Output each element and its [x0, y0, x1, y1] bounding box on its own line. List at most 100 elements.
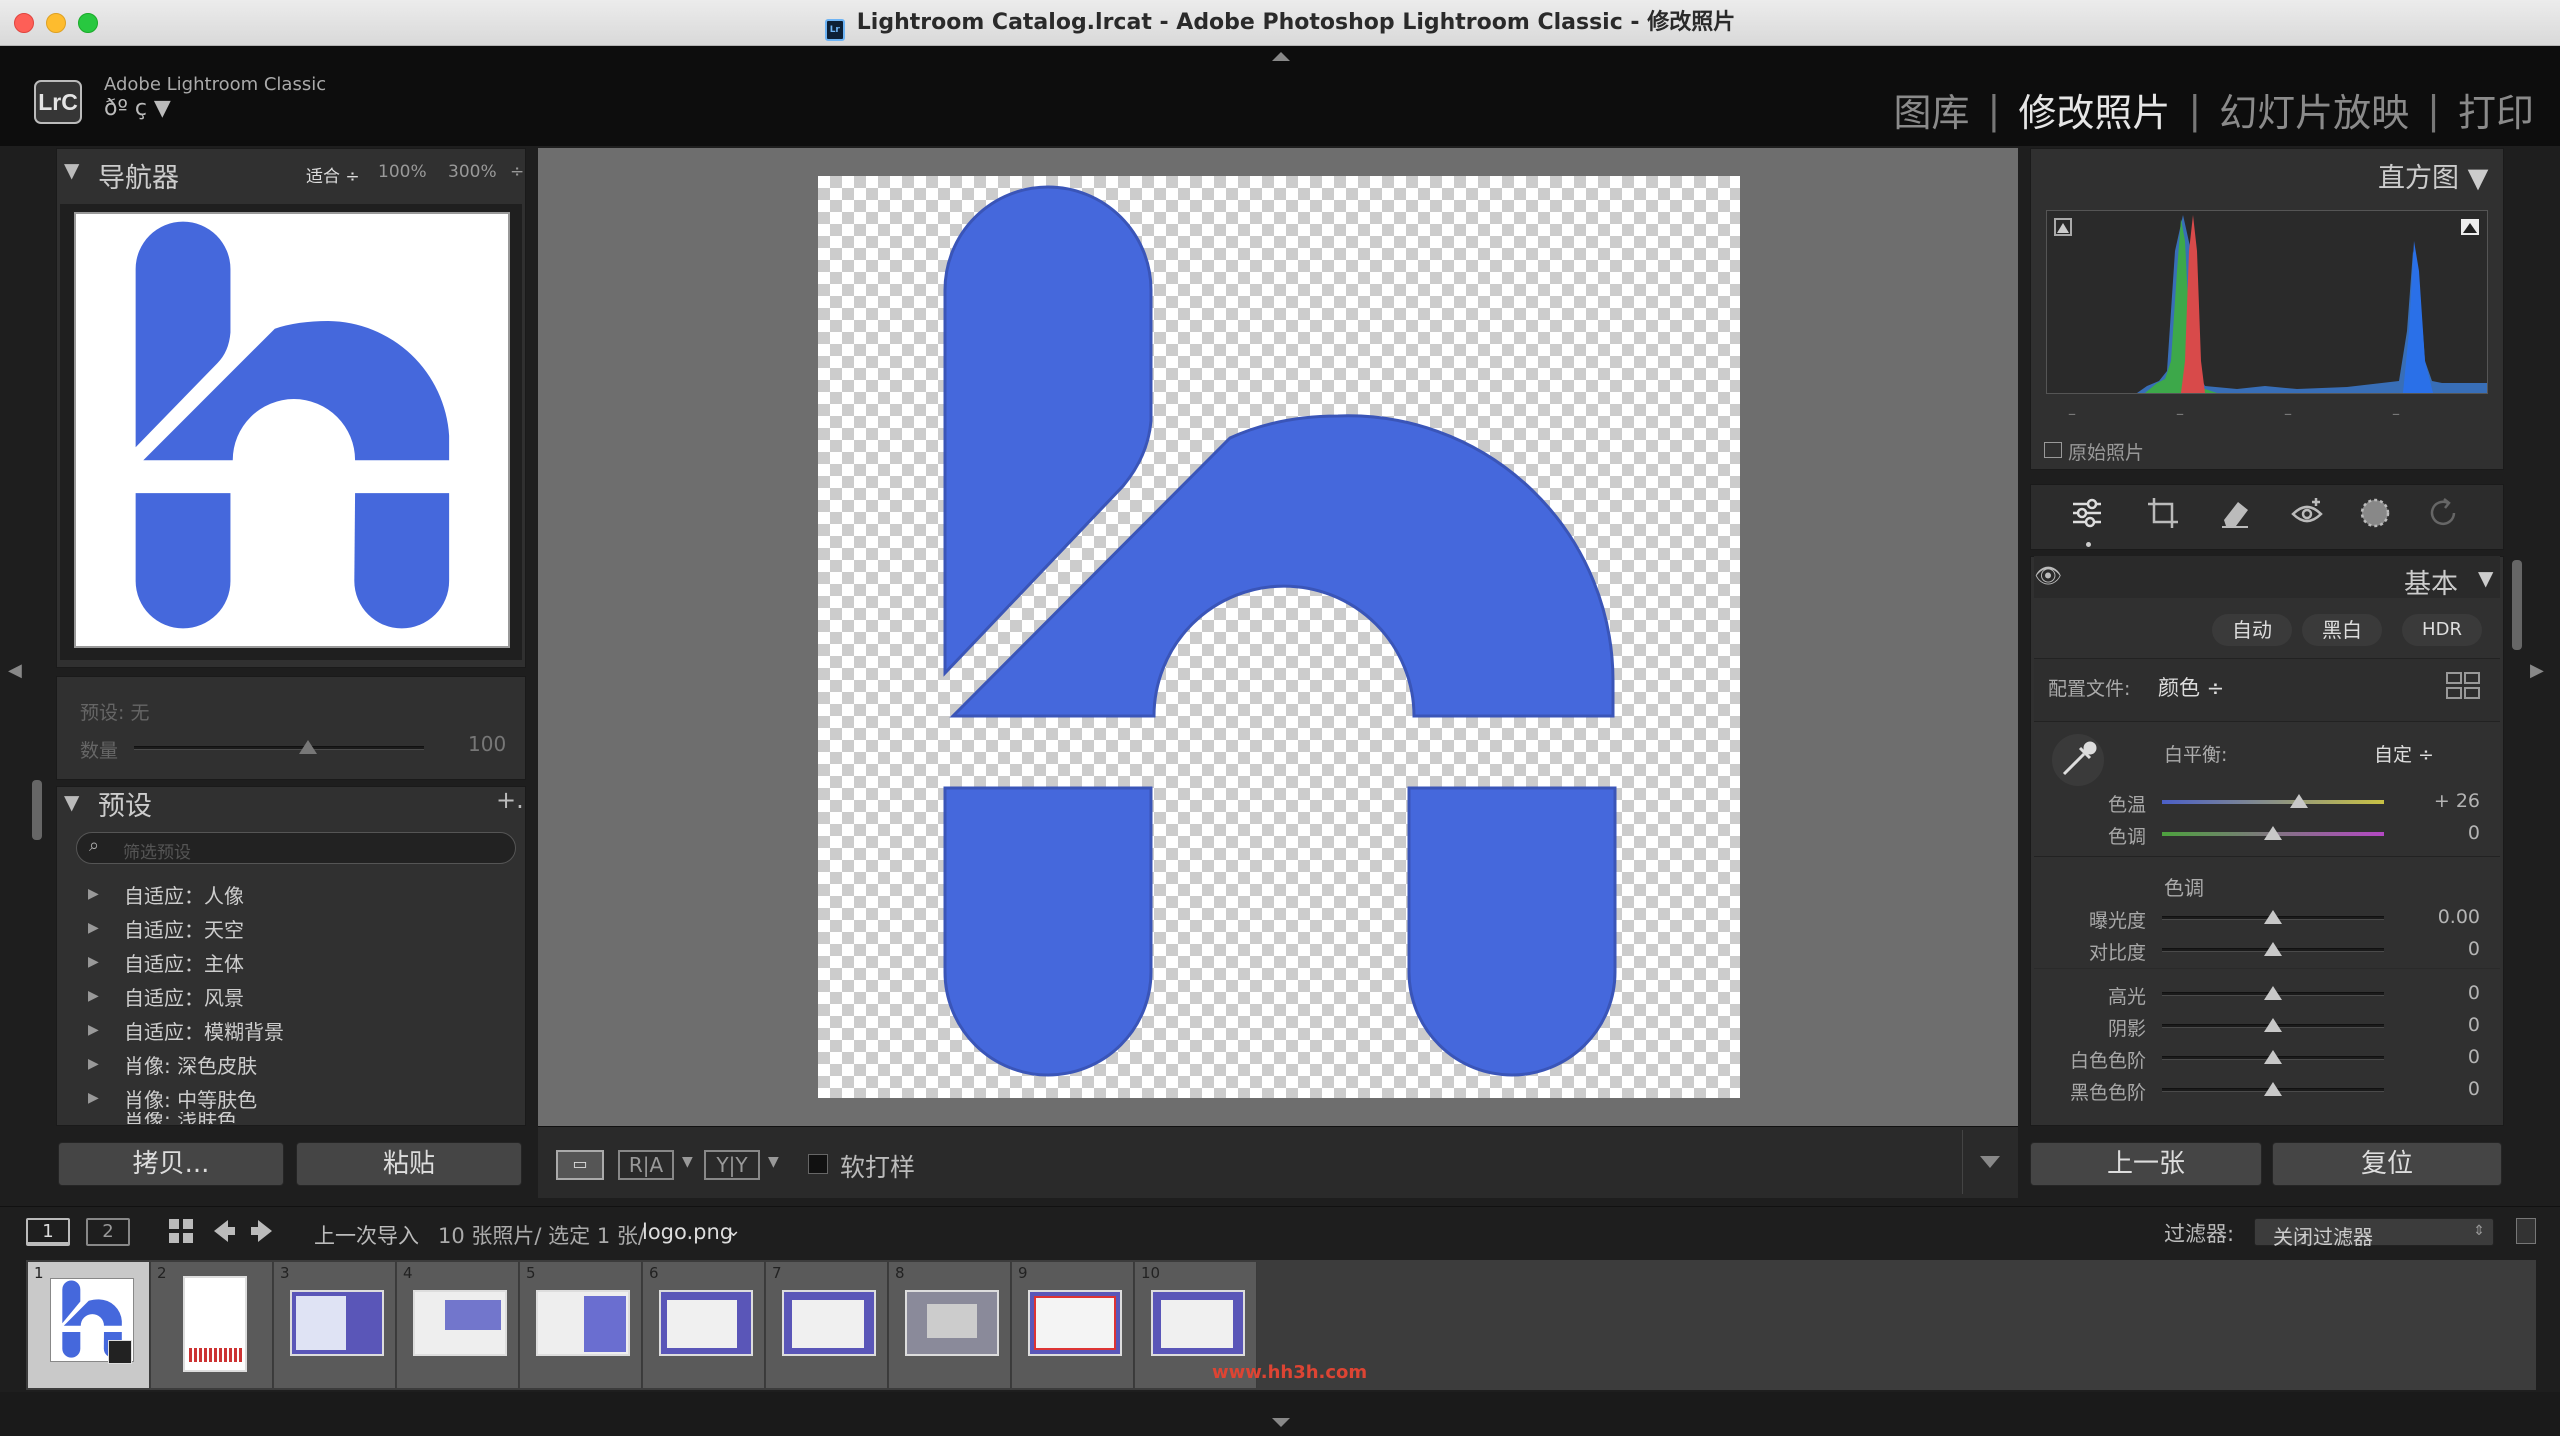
- preset-item[interactable]: 自适应：人像: [124, 880, 244, 909]
- film-thumb[interactable]: 4: [397, 1262, 519, 1388]
- profile-browser-icon[interactable]: [2446, 672, 2480, 704]
- before-after-tb-button[interactable]: Y|Y: [704, 1150, 760, 1180]
- preset-item[interactable]: 肖像: 浅肤色: [124, 1112, 237, 1124]
- red-eye-icon[interactable]: [2290, 496, 2324, 538]
- bottom-panel-toggle-icon[interactable]: [1272, 1418, 1290, 1427]
- contrast-slider-thumb[interactable]: [2264, 942, 2282, 956]
- expand-triangle-icon[interactable]: ▶: [88, 886, 99, 902]
- right-panel-toggle-icon[interactable]: ▶: [2530, 660, 2544, 681]
- film-thumb[interactable]: 7: [766, 1262, 888, 1388]
- film-thumb[interactable]: 6: [643, 1262, 765, 1388]
- user-activity-menu[interactable]: ðº ç ▼: [104, 96, 171, 121]
- previous-button[interactable]: 上一张: [2030, 1142, 2262, 1186]
- whites-value[interactable]: 0: [2400, 1046, 2480, 1068]
- soft-proof-checkbox[interactable]: [808, 1154, 828, 1174]
- zoom-more[interactable]: ÷: [510, 162, 524, 182]
- filter-lock-icon[interactable]: [2516, 1218, 2536, 1244]
- temp-value[interactable]: + 26: [2400, 790, 2480, 812]
- highlights-slider-thumb[interactable]: [2264, 986, 2282, 1000]
- wb-dropdown[interactable]: 自定 ÷: [2374, 740, 2434, 767]
- module-library[interactable]: 图库: [1894, 82, 1970, 137]
- add-preset-button[interactable]: +.: [496, 786, 524, 814]
- temp-slider-thumb[interactable]: [2290, 794, 2308, 808]
- blacks-value[interactable]: 0: [2400, 1078, 2480, 1100]
- loupe-view-button[interactable]: ▭: [556, 1150, 604, 1180]
- preset-item[interactable]: 肖像: 中等肤色: [124, 1084, 257, 1113]
- film-thumb[interactable]: 2: [151, 1262, 273, 1388]
- right-panel-scrollbar[interactable]: [2512, 560, 2522, 650]
- preset-item[interactable]: 自适应：模糊背景: [124, 1016, 284, 1045]
- tint-slider-thumb[interactable]: [2264, 826, 2282, 840]
- second-screen-button[interactable]: 2: [86, 1218, 130, 1246]
- preset-item[interactable]: 自适应：主体: [124, 948, 244, 977]
- paste-settings-button[interactable]: 粘贴: [296, 1142, 522, 1186]
- histogram-title[interactable]: 直方图 ▼: [2378, 156, 2488, 195]
- expand-triangle-icon[interactable]: ▶: [88, 920, 99, 936]
- auto-button[interactable]: 自动: [2212, 614, 2292, 646]
- eyedropper-icon[interactable]: [2050, 732, 2106, 792]
- expand-triangle-icon[interactable]: ▶: [88, 1090, 99, 1106]
- exposure-slider-thumb[interactable]: [2264, 910, 2282, 924]
- exposure-value[interactable]: 0.00: [2400, 906, 2480, 928]
- zoom-fit[interactable]: 适合 ÷: [306, 162, 360, 187]
- contrast-value[interactable]: 0: [2400, 938, 2480, 960]
- module-slideshow[interactable]: 幻灯片放映: [2219, 82, 2409, 137]
- highlights-value[interactable]: 0: [2400, 982, 2480, 1004]
- film-thumb[interactable]: 1: [28, 1262, 150, 1388]
- preset-item[interactable]: 肖像: 深色皮肤: [124, 1050, 257, 1079]
- expand-triangle-icon[interactable]: ▶: [88, 1056, 99, 1072]
- hdr-button[interactable]: HDR: [2402, 614, 2482, 646]
- collapse-triangle-icon[interactable]: ▼: [64, 790, 79, 814]
- main-photo[interactable]: [818, 176, 1740, 1098]
- film-thumb[interactable]: 9: [1012, 1262, 1134, 1388]
- grid-view-icon[interactable]: [168, 1218, 194, 1248]
- eye-icon[interactable]: 👁: [2034, 564, 2062, 589]
- expand-triangle-icon[interactable]: ▶: [88, 1022, 99, 1038]
- histogram-display[interactable]: [2046, 210, 2488, 394]
- blacks-slider-thumb[interactable]: [2264, 1082, 2282, 1096]
- film-thumb[interactable]: 3: [274, 1262, 396, 1388]
- top-panel-toggle-icon[interactable]: [1272, 52, 1290, 61]
- toolbar-menu-chevron-icon[interactable]: [1980, 1156, 2000, 1168]
- shadows-slider-thumb[interactable]: [2264, 1018, 2282, 1032]
- zoom-300[interactable]: 300%: [448, 162, 497, 182]
- preset-item[interactable]: 自适应：风景: [124, 982, 244, 1011]
- main-screen-button[interactable]: 1: [26, 1218, 70, 1246]
- temp-slider-track[interactable]: [2162, 800, 2384, 804]
- original-photo-checkbox[interactable]: [2044, 442, 2062, 458]
- tint-value[interactable]: 0: [2400, 822, 2480, 844]
- copy-settings-button[interactable]: 拷贝...: [58, 1142, 284, 1186]
- before-after-lr-button[interactable]: R|A: [618, 1150, 674, 1180]
- crop-icon[interactable]: [2146, 496, 2180, 538]
- chevron-down-icon[interactable]: ▼: [682, 1154, 693, 1170]
- filter-dropdown[interactable]: 关闭过滤器 ⇕: [2254, 1218, 2494, 1249]
- expand-triangle-icon[interactable]: ▶: [88, 988, 99, 1004]
- filmstrip-source[interactable]: 上一次导入: [314, 1220, 419, 1250]
- eraser-icon[interactable]: [2218, 496, 2252, 538]
- collapse-triangle-icon[interactable]: ▼: [64, 158, 79, 182]
- profile-dropdown[interactable]: 颜色 ÷: [2158, 672, 2224, 702]
- module-develop[interactable]: 修改照片: [2018, 82, 2170, 137]
- amount-slider-track[interactable]: [134, 746, 424, 750]
- chevron-down-icon[interactable]: ▼: [768, 1154, 779, 1170]
- filmstrip-filename[interactable]: logo.png: [642, 1220, 733, 1244]
- module-print[interactable]: 打印: [2458, 82, 2534, 137]
- shadows-value[interactable]: 0: [2400, 1014, 2480, 1036]
- zoom-100[interactable]: 100%: [378, 162, 427, 182]
- reset-button[interactable]: 复位: [2272, 1142, 2502, 1186]
- left-panel-scrollbar[interactable]: [32, 780, 42, 840]
- preset-item[interactable]: 自适应：天空: [124, 914, 244, 943]
- preset-search-input[interactable]: ⌕ 筛选预设: [76, 832, 516, 864]
- whites-slider-thumb[interactable]: [2264, 1050, 2282, 1064]
- bw-button[interactable]: 黑白: [2302, 614, 2382, 646]
- chevron-down-icon[interactable]: ⌄: [726, 1220, 741, 1241]
- film-thumb[interactable]: 5: [520, 1262, 642, 1388]
- amount-slider-thumb[interactable]: [299, 740, 317, 754]
- collapse-triangle-icon[interactable]: ▼: [2478, 566, 2493, 590]
- forward-arrow-icon[interactable]: [250, 1218, 274, 1248]
- navigator-preview[interactable]: [74, 212, 510, 648]
- masking-icon[interactable]: [2358, 496, 2392, 538]
- back-arrow-icon[interactable]: [212, 1218, 236, 1248]
- edit-sliders-icon[interactable]: [2070, 496, 2104, 538]
- left-panel-toggle-icon[interactable]: ◀: [8, 660, 22, 681]
